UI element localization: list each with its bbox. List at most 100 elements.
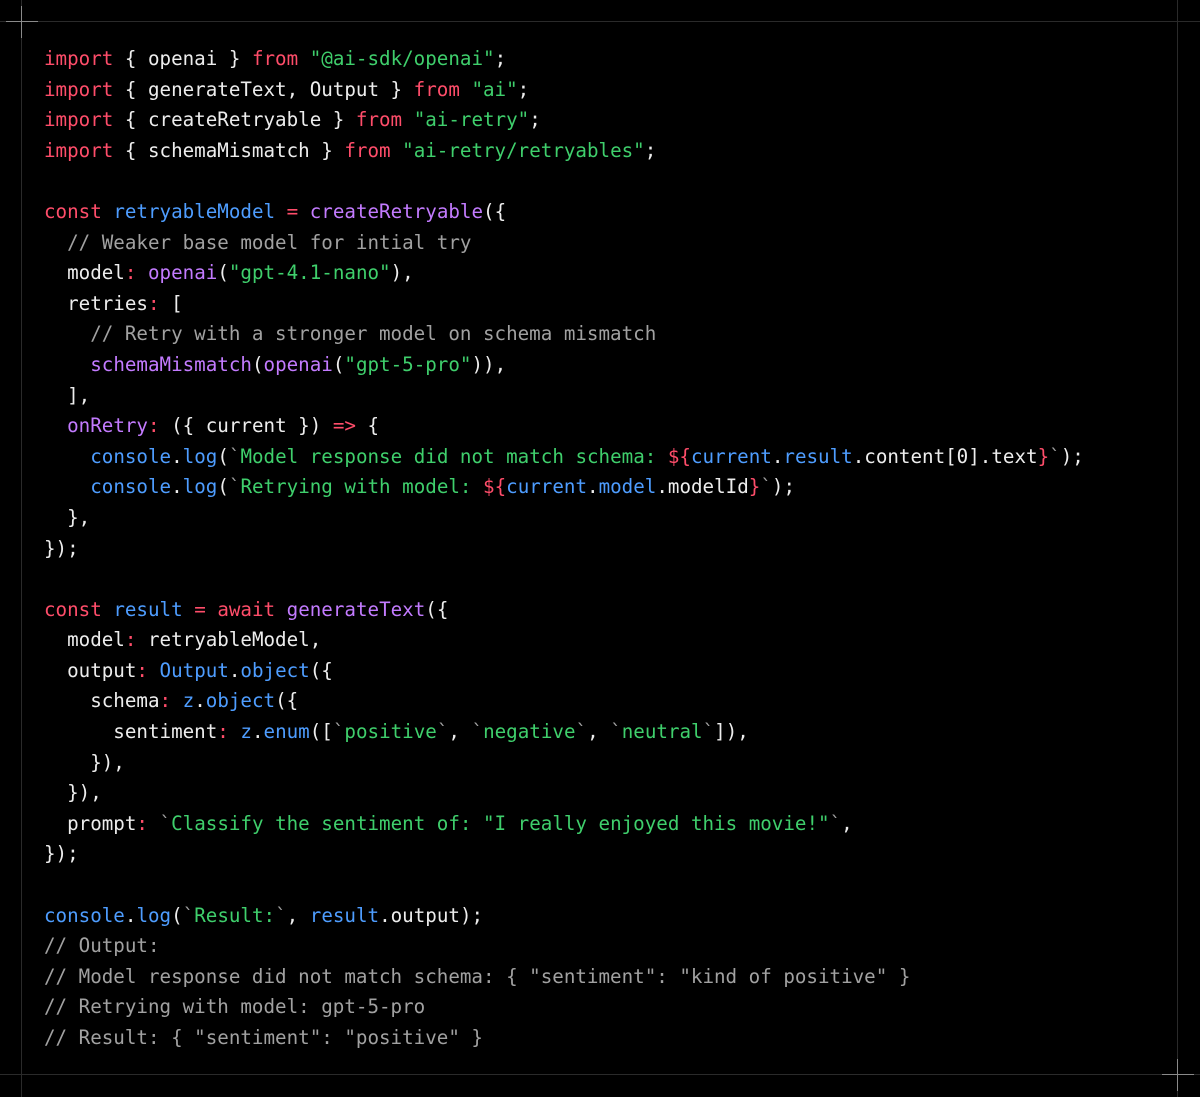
code-token-var: object: [205, 689, 276, 713]
code-line: prompt: `Classify the sentiment of: "I r…: [44, 809, 1084, 840]
code-token-keyword: import: [44, 108, 114, 132]
code-token-plain: );: [771, 475, 795, 499]
code-token-interp: }: [1037, 444, 1050, 468]
code-token-string: "@ai-sdk/openai": [309, 47, 495, 70]
code-token-plain: );: [1060, 444, 1084, 468]
code-line: });: [44, 534, 1084, 565]
code-line: const retryableModel = createRetryable({: [44, 197, 1084, 228]
code-token-plain: (: [251, 352, 264, 376]
code-token-comment: // Retry with a stronger model on schema…: [44, 322, 657, 346]
code-token-plain: .: [194, 689, 206, 713]
code-token-plain: ({: [483, 199, 507, 223]
code-line: }),: [44, 748, 1084, 779]
code-token-var: z: [182, 689, 195, 713]
code-token-keyword: :: [217, 720, 229, 744]
code-token-string: neutral: [621, 720, 703, 744]
code-token-string: "ai-retry/retryables": [402, 138, 645, 162]
code-token-var: z: [240, 720, 252, 744]
code-token-plain: });: [44, 842, 79, 866]
code-line: // Weaker base model for intial try: [44, 228, 1084, 259]
code-token-var: result: [783, 444, 853, 468]
code-token-plain: {: [355, 414, 380, 438]
code-token-plain: });: [44, 536, 79, 560]
code-token-plain: ),: [390, 261, 414, 285]
code-token-var: model: [598, 475, 657, 499]
code-token-interp: ${: [483, 475, 507, 499]
code-token-plain: ,: [841, 811, 853, 835]
code-token-plain: ;: [529, 108, 541, 132]
code-token-comment: // Weaker base model for intial try: [44, 230, 472, 254]
code-token-tick: `: [829, 811, 842, 835]
code-line: // Model response did not match schema: …: [44, 962, 1084, 993]
code-token-string: negative: [483, 720, 576, 744]
code-token-keyword: =: [286, 199, 299, 223]
code-token-tick: `: [702, 720, 715, 744]
code-line: }),: [44, 778, 1084, 809]
code-line: console.log(`Result:`, result.output);: [44, 901, 1084, 932]
code-token-var: object: [240, 658, 310, 682]
code-token-tick: `: [1049, 444, 1061, 468]
code-token-plain: ]),: [714, 720, 749, 744]
code-token-var: current: [506, 475, 588, 499]
crosshair-bottom-right-icon: [1162, 1059, 1194, 1091]
code-token-plain: ({: [425, 597, 449, 621]
code-token-string: Retrying with model:: [240, 475, 484, 499]
frame-left-border: [21, 0, 22, 1097]
code-token-plain: (: [171, 903, 183, 927]
code-line: // Retry with a stronger model on schema…: [44, 319, 1084, 350]
code-token-comment: // Model response did not match schema: …: [44, 964, 911, 988]
code-token-comment: // Retrying with model: gpt-5-pro: [44, 995, 426, 1019]
code-token-var: console: [90, 475, 172, 499]
code-line: retries: [: [44, 289, 1084, 320]
code-token-var: enum: [263, 720, 310, 744]
code-token-plain: ,: [587, 720, 611, 744]
code-token-string: "ai-retry": [413, 108, 530, 132]
code-token-keyword: =: [194, 597, 206, 621]
code-line: model: openai("gpt-4.1-nano"),: [44, 258, 1084, 289]
code-token-keyword: from: [251, 47, 299, 70]
code-token-keyword: const: [44, 597, 102, 621]
code-line: console.log(`Model response did not matc…: [44, 442, 1084, 473]
code-token-keyword: await: [217, 597, 276, 621]
code-token-plain: .: [771, 444, 784, 468]
code-token-keyword: :: [159, 689, 172, 713]
code-token-comment: // Output:: [44, 934, 160, 958]
code-token-tick: `: [471, 720, 484, 744]
code-token-tick: `: [228, 444, 241, 468]
code-token-interp: }: [748, 475, 761, 499]
code-token-string: Classify the sentiment of: "I really enj…: [171, 811, 830, 835]
code-line: },: [44, 503, 1084, 534]
code-token-comment: // Result: { "sentiment": "positive" }: [44, 1026, 483, 1049]
code-line: // Output:: [44, 931, 1084, 962]
code-line: import { schemaMismatch } from "ai-retry…: [44, 136, 1084, 167]
code-token-plain: ],: [44, 383, 91, 407]
code-token-keyword: from: [344, 138, 391, 162]
code-token-string: Result:: [194, 903, 276, 927]
code-token-func: schemaMismatch: [90, 352, 252, 376]
code-block[interactable]: import { openai } from "@ai-sdk/openai";…: [44, 44, 1084, 1054]
code-token-string: "gpt-5-pro": [344, 352, 472, 376]
code-token-plain: },: [44, 505, 91, 529]
code-token-keyword: const: [44, 199, 102, 223]
code-token-plain: ;: [644, 138, 657, 162]
code-token-string: positive: [344, 720, 437, 744]
code-line: import { createRetryable } from "ai-retr…: [44, 105, 1084, 136]
code-token-func: createRetryable: [309, 199, 484, 223]
code-token-tick: `: [228, 475, 241, 499]
code-token-keyword: :: [124, 628, 137, 652]
code-token-var: log: [182, 444, 218, 468]
code-line: model: retryableModel,: [44, 625, 1084, 656]
code-token-plain: { generateText, Output }: [113, 77, 414, 101]
code-token-var: console: [44, 903, 125, 927]
